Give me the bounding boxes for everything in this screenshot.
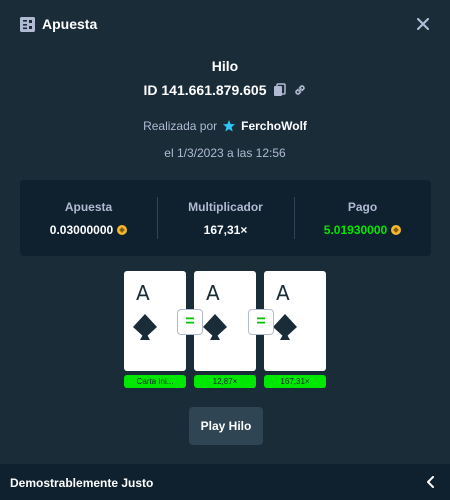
spade-icon — [203, 314, 227, 340]
copy-icon[interactable] — [273, 83, 287, 97]
payout-label: Pago — [347, 199, 378, 214]
provably-fair-label: Demostrablemente Justo — [10, 476, 154, 490]
bet-amount-label: Apuesta — [64, 199, 113, 214]
placed-by-row: Realizada por FerchoWolf — [0, 119, 450, 133]
bet-amount-value: 0.03000000 — [49, 222, 114, 237]
payout-stat: Pago 5.01930000 — [294, 180, 431, 256]
close-icon[interactable] — [414, 15, 432, 33]
star-icon — [222, 119, 236, 133]
playing-card: A — [194, 271, 256, 371]
card-rank: A — [136, 281, 150, 305]
card-rank: A — [276, 281, 290, 305]
link-icon[interactable] — [293, 83, 307, 97]
bet-date: el 1/3/2023 a las 12:56 — [164, 146, 286, 160]
card-result-pill: 12,87× — [194, 375, 256, 388]
username-link[interactable]: FerchoWolf — [241, 119, 307, 133]
card-result-pill: 167,31× — [264, 375, 326, 388]
coin-icon — [117, 224, 128, 235]
provably-fair-footer[interactable]: Demostrablemente Justo — [0, 464, 450, 500]
card-result-pill: Carta Ini... — [124, 375, 186, 388]
placed-by-label: Realizada por — [143, 119, 218, 133]
multiplier-stat: Multiplicador 167,31× — [157, 180, 294, 256]
bet-amount-stat: Apuesta 0.03000000 — [20, 180, 157, 256]
bet-id: ID 141.661.879.605 — [143, 82, 267, 98]
equal-guess-badge: = — [248, 309, 274, 335]
coin-icon — [391, 224, 402, 235]
payout-value: 5.01930000 — [323, 222, 388, 237]
card-rank: A — [206, 281, 220, 305]
spade-icon — [273, 314, 297, 340]
bet-slip-icon — [20, 17, 35, 32]
payout-value-row: 5.01930000 — [323, 222, 402, 237]
game-title: Hilo — [211, 58, 239, 74]
spade-icon — [133, 314, 157, 340]
play-hilo-button[interactable]: Play Hilo — [189, 407, 263, 445]
bet-amount-value-row: 0.03000000 — [49, 222, 128, 237]
multiplier-label: Multiplicador — [188, 199, 263, 214]
multiplier-value: 167,31× — [203, 222, 248, 237]
equal-guess-badge: = — [177, 309, 203, 335]
chevron-left-icon[interactable] — [426, 476, 436, 488]
modal-title: Apuesta — [42, 16, 98, 32]
bet-stats-panel: Apuesta 0.03000000 Multiplicador 167,31×… — [20, 180, 431, 256]
bet-id-row: ID 141.661.879.605 — [0, 82, 450, 98]
modal-header: Apuesta — [0, 0, 450, 50]
